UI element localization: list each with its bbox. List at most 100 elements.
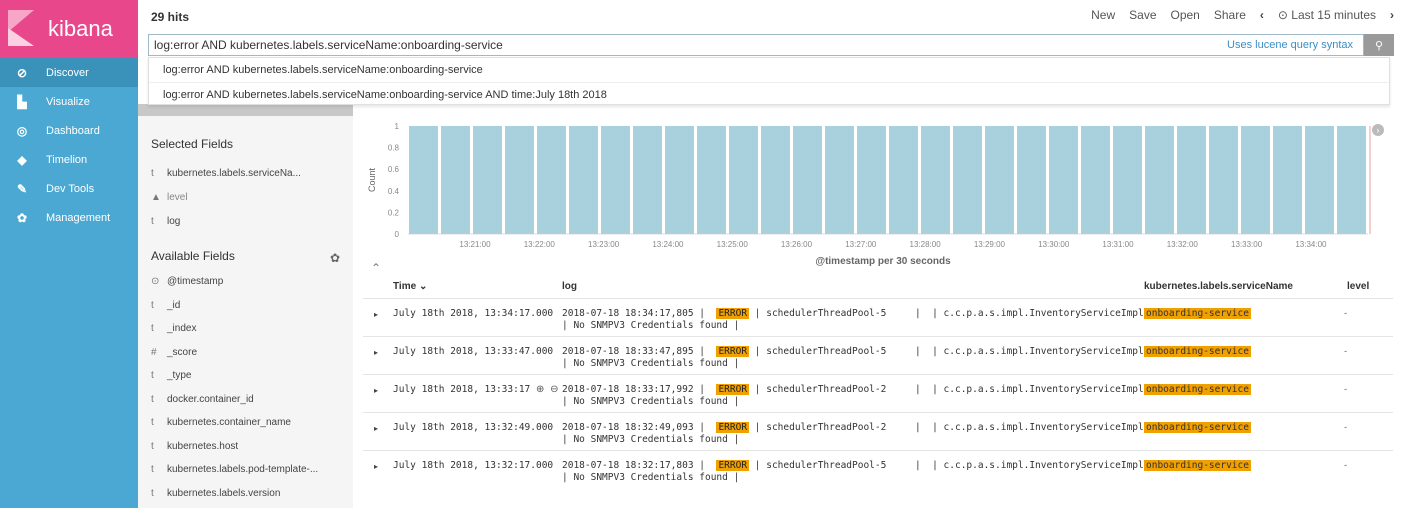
hits-count: 29 hits [151, 10, 190, 24]
field-item[interactable]: t _id [151, 300, 180, 311]
field-item[interactable]: ⊙ @timestamp [151, 276, 223, 287]
y-tick-label: 0.2 [388, 208, 400, 217]
field-item[interactable]: t _type [151, 370, 191, 381]
nav-item-timelion[interactable]: ◆ Timelion [0, 145, 138, 174]
histogram-bar [953, 126, 982, 234]
histogram-svg: Count 0 0.2 0.4 0.6 0.8 1 13:21:00 13:22:00 13:23… [367, 122, 1371, 249]
row-level: - [1344, 308, 1348, 319]
expand-row-icon[interactable]: ▸ [374, 348, 378, 357]
table-row[interactable]: ▸ July 18th 2018, 13:32:17.000 2018-07-18 … [363, 450, 1393, 488]
column-header-level[interactable]: level [1347, 281, 1369, 292]
field-item[interactable]: t log [151, 216, 180, 227]
field-item[interactable]: t kubernetes.labels.version [151, 488, 280, 499]
share-button[interactable]: Share [1214, 8, 1246, 22]
row-log-line2: | No SNMPV3 Credentials found | [562, 358, 740, 369]
nav-item-dashboard[interactable]: ◎ Dashboard [0, 116, 138, 145]
x-tick-label: 13:31:00 [1102, 240, 1134, 249]
histogram-bar [985, 126, 1014, 234]
y-axis-label: Count [367, 168, 377, 193]
nav-item-discover[interactable]: ⊘ Discover [0, 58, 138, 87]
field-item[interactable]: t kubernetes.container_name [151, 417, 291, 428]
x-tick-label: 13:27:00 [845, 240, 877, 249]
gear-icon: ✿ [16, 210, 28, 225]
field-name: level [167, 192, 188, 203]
histogram-bar [697, 126, 726, 234]
chart-next-icon[interactable]: › [1372, 124, 1384, 136]
row-time: July 18th 2018, 13:32:17.000 [393, 460, 554, 471]
x-tick-label: 13:22:00 [524, 240, 556, 249]
field-type-icon: ⊙ [151, 276, 160, 287]
expand-row-icon[interactable]: ▸ [374, 386, 378, 395]
row-log: 2018-07-18 18:32:17,803 | ERROR | schedu… [562, 460, 1144, 471]
histogram-bar [633, 126, 662, 234]
zoom-in-icon[interactable]: ⊕ [536, 384, 544, 395]
nav-item-label: Visualize [46, 95, 90, 108]
expand-row-icon[interactable]: ▸ [374, 424, 378, 433]
histogram-bar [1113, 126, 1142, 234]
row-level: - [1344, 346, 1348, 357]
row-time: July 18th 2018, 13:33:47.000 [393, 346, 554, 357]
chart-x-axis-label: @timestamp per 30 seconds [815, 256, 951, 267]
histogram-bar [1241, 126, 1270, 234]
nav-item-label: Dashboard [46, 124, 100, 137]
histogram-bar [665, 126, 694, 234]
table-row[interactable]: ▸ July 18th 2018, 13:33:17 ⊕ ⊖ 2018-07-18 … [363, 374, 1393, 412]
column-header-time[interactable]: Time ⌄ [393, 281, 427, 292]
column-header-service[interactable]: kubernetes.labels.serviceName [1144, 281, 1293, 292]
suggestion-item[interactable]: log:error AND kubernetes.labels.serviceN… [149, 58, 1389, 82]
histogram-bar [1273, 126, 1302, 234]
save-button[interactable]: Save [1129, 8, 1156, 22]
expand-row-icon[interactable]: ▸ [374, 310, 378, 319]
new-button[interactable]: New [1091, 8, 1115, 22]
lucene-syntax-link[interactable]: Uses lucene query syntax [1227, 39, 1353, 51]
field-item[interactable]: t kubernetes.labels.serviceNa... [151, 168, 301, 179]
x-tick-label: 13:26:00 [781, 240, 813, 249]
nav-item-dev-tools[interactable]: ✎ Dev Tools [0, 174, 138, 203]
time-picker[interactable]: ⊙ Last 15 minutes [1278, 8, 1376, 22]
chevron-left-icon[interactable]: ‹ [1260, 8, 1264, 22]
field-item[interactable]: t _index [151, 323, 196, 334]
row-time: July 18th 2018, 13:34:17.000 [393, 308, 554, 319]
row-level: - [1344, 384, 1348, 395]
field-name: log [167, 216, 181, 227]
suggestion-item[interactable]: log:error AND kubernetes.labels.serviceN… [149, 82, 1389, 106]
gear-icon[interactable]: ✿ [330, 251, 340, 265]
nav-item-label: Management [46, 211, 111, 224]
field-name: kubernetes.labels.pod-template-... [167, 464, 319, 475]
dashboard-icon: ◎ [16, 123, 28, 138]
field-item[interactable]: t kubernetes.host [151, 441, 238, 452]
field-item[interactable]: t docker.container_id [151, 394, 254, 405]
search-input[interactable]: log:error AND kubernetes.labels.serviceN… [148, 34, 1364, 56]
table-row[interactable]: ▸ July 18th 2018, 13:34:17.000 2018-07-18 … [363, 298, 1393, 336]
kibana-logo[interactable]: kibana [0, 0, 138, 58]
histogram-bar [1017, 126, 1046, 234]
field-item[interactable]: # _score [151, 347, 197, 358]
open-button[interactable]: Open [1171, 8, 1200, 22]
table-row[interactable]: ▸ July 18th 2018, 13:32:49.000 2018-07-18 … [363, 412, 1393, 450]
row-level: - [1344, 460, 1348, 471]
zoom-out-icon[interactable]: ⊖ [550, 384, 558, 395]
field-item[interactable]: t kubernetes.labels.pod-template-... [151, 464, 318, 475]
table-row[interactable]: ▸ July 18th 2018, 13:33:47.000 2018-07-18 … [363, 336, 1393, 374]
histogram-bar [729, 126, 758, 234]
nav-item-management[interactable]: ✿ Management [0, 203, 138, 232]
histogram-bar [409, 126, 438, 234]
field-name: _score [167, 346, 198, 358]
nav-item-label: Timelion [46, 153, 88, 166]
field-item[interactable]: ▲ level [151, 192, 188, 203]
histogram-bar [921, 126, 950, 234]
field-name: docker.container_id [167, 393, 254, 405]
top-actions: New Save Open Share ‹ ⊙ Last 15 minutes … [1091, 8, 1394, 22]
row-log-line2: | No SNMPV3 Credentials found | [562, 396, 740, 407]
nav-item-label: Dev Tools [46, 182, 95, 195]
expand-row-icon[interactable]: ▸ [374, 462, 378, 471]
row-service-name: onboarding-service [1144, 384, 1251, 395]
column-header-log[interactable]: log [562, 281, 577, 292]
chevron-right-icon[interactable]: › [1390, 8, 1394, 22]
nav-item-visualize[interactable]: ▙ Visualize [0, 87, 138, 116]
collapse-chart-icon[interactable]: ⌃ [371, 261, 381, 275]
search-button[interactable]: ⚲ [1364, 34, 1394, 56]
field-type-icon: # [151, 346, 157, 358]
row-log: 2018-07-18 18:33:17,992 | ERROR | schedu… [562, 384, 1144, 395]
x-tick-label: 13:33:00 [1231, 240, 1263, 249]
